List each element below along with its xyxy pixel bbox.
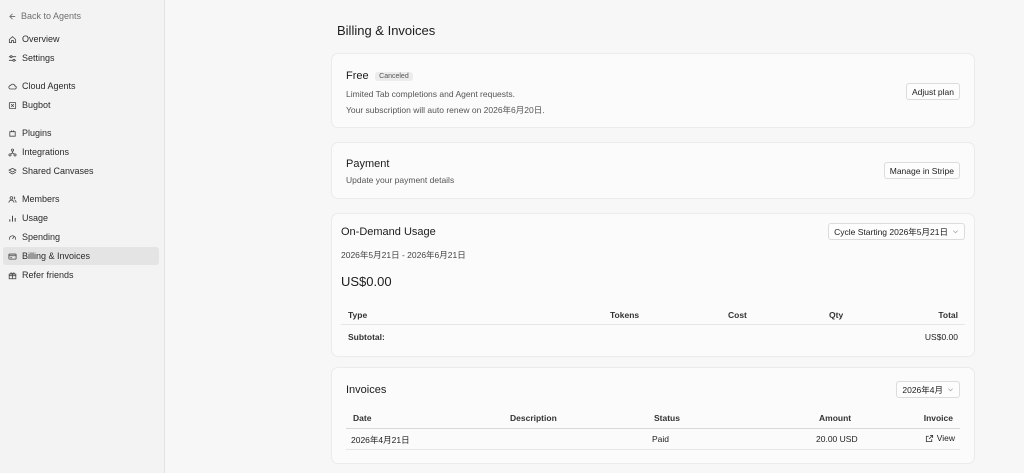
chevron-down-icon: [948, 388, 953, 392]
usage-total-amount: US$0.00: [341, 274, 392, 289]
payment-card: Payment Update your payment details Mana…: [331, 142, 975, 199]
column-header-type: Type: [348, 310, 368, 320]
plugin-icon: [9, 129, 16, 137]
sidebar-item-label: Plugins: [22, 128, 52, 138]
invoice-amount: 20.00 USD: [816, 434, 858, 444]
sidebar: Back to Agents Overview Settings Cloud A…: [0, 0, 165, 473]
sidebar-item-billing-invoices[interactable]: Billing & Invoices: [3, 247, 159, 265]
column-header-cost: Cost: [728, 310, 747, 320]
divider: [346, 428, 960, 429]
column-header-status: Status: [654, 413, 680, 423]
gift-icon: [8, 272, 17, 279]
sidebar-item-label: Billing & Invoices: [22, 251, 91, 261]
month-select-value: 2026年4月: [902, 384, 943, 395]
sidebar-item-shared-canvases[interactable]: Shared Canvases: [3, 162, 159, 180]
sidebar-item-label: Shared Canvases: [22, 166, 94, 176]
home-icon: [8, 35, 17, 43]
column-header-tokens: Tokens: [610, 310, 640, 320]
divider: [346, 449, 960, 450]
view-label: View: [936, 433, 955, 443]
sidebar-item-label: Integrations: [22, 147, 70, 157]
sidebar-item-label: Refer friends: [22, 270, 74, 280]
invoice-status: Paid: [652, 434, 670, 444]
page-title: Billing & Invoices: [337, 23, 436, 38]
sliders-icon: [8, 54, 17, 62]
column-header-amount: Amount: [819, 413, 852, 423]
cycle-select-value: Cycle Starting 2026年5月21日: [834, 226, 948, 237]
renewal-note: Your subscription will auto renew on 202…: [346, 105, 545, 115]
arrow-left-icon: [9, 12, 16, 20]
sidebar-item-refer-friends[interactable]: Refer friends: [3, 266, 159, 284]
plan-card: Free Canceled Limited Tab completions an…: [331, 53, 975, 128]
sidebar-item-label: Usage: [22, 213, 49, 223]
sidebar-item-bugbot[interactable]: Bugbot: [3, 96, 159, 114]
bar-chart-icon: [9, 215, 16, 222]
sidebar-item-label: Cloud Agents: [22, 81, 76, 91]
invoices-title: Invoices: [346, 384, 387, 396]
payment-title: Payment: [346, 158, 390, 170]
column-header-description: Description: [510, 413, 557, 423]
column-header-date: Date: [353, 413, 372, 423]
status-badge: Canceled: [375, 72, 413, 82]
sidebar-item-label: Bugbot: [22, 100, 51, 110]
payment-subtitle: Update your payment details: [346, 175, 455, 185]
sidebar-item-integrations[interactable]: Integrations: [3, 143, 159, 161]
sidebar-item-usage[interactable]: Usage: [3, 209, 159, 227]
column-header-qty: Qty: [829, 310, 844, 320]
bug-icon: [8, 101, 17, 109]
sidebar-item-label: Overview: [22, 34, 60, 44]
divider: [341, 324, 965, 325]
sidebar-item-cloud-agents[interactable]: Cloud Agents: [3, 77, 159, 95]
subtotal-label: Subtotal:: [348, 332, 385, 342]
view-invoice-link[interactable]: View: [925, 433, 955, 443]
members-icon: [8, 195, 17, 203]
cycle-select[interactable]: Cycle Starting 2026年5月21日: [828, 223, 965, 240]
cloud-icon: [8, 83, 17, 89]
plan-description: Limited Tab completions and Agent reques…: [346, 89, 516, 99]
gauge-icon: [8, 234, 17, 240]
back-label: Back to Agents: [21, 11, 82, 21]
cycle-date-range: 2026年5月21日 - 2026年6月21日: [341, 250, 466, 260]
canvas-icon: [8, 167, 17, 174]
month-select[interactable]: 2026年4月: [896, 381, 960, 398]
adjust-plan-button[interactable]: Adjust plan: [905, 83, 960, 100]
sidebar-item-members[interactable]: Members: [3, 190, 159, 208]
credit-card-icon: [8, 253, 17, 260]
sidebar-item-settings[interactable]: Settings: [3, 49, 159, 67]
subtotal-value: US$0.00: [924, 332, 958, 342]
integrations-icon: [8, 148, 17, 156]
on-demand-usage-card: On-Demand Usage Cycle Starting 2026年5月21…: [331, 213, 975, 357]
usage-title: On-Demand Usage: [341, 226, 436, 238]
manage-in-stripe-button[interactable]: Manage in Stripe: [883, 162, 960, 179]
sidebar-item-label: Members: [22, 194, 60, 204]
column-header-invoice: Invoice: [923, 413, 953, 423]
sidebar-item-label: Spending: [22, 232, 61, 242]
external-link-icon: [925, 434, 933, 442]
main-content: Billing & Invoices Free Canceled Limited…: [166, 0, 1024, 473]
chevron-down-icon: [953, 230, 958, 234]
sidebar-item-spending[interactable]: Spending: [3, 228, 159, 246]
invoice-date: 2026年4月21日: [351, 435, 410, 445]
sidebar-item-label: Settings: [22, 53, 55, 63]
sidebar-item-plugins[interactable]: Plugins: [3, 124, 159, 142]
sidebar-item-overview[interactable]: Overview: [3, 30, 159, 48]
invoices-card: Invoices 2026年4月 Date Description Status…: [331, 367, 975, 464]
plan-name: Free: [346, 70, 369, 82]
back-to-agents-link[interactable]: Back to Agents: [8, 10, 81, 22]
column-header-total: Total: [938, 310, 958, 320]
